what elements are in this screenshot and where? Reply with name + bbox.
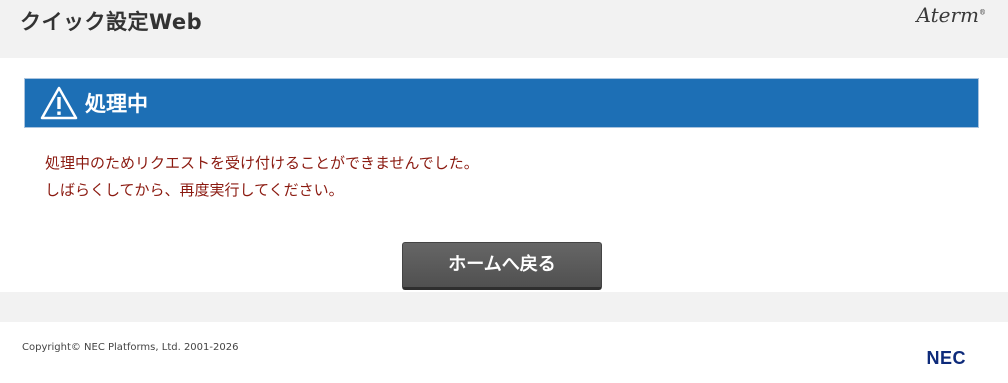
message-line-1: 処理中のためリクエストを受け付けることができませんでした。	[45, 154, 479, 172]
footer: Copyright© NEC Platforms, Ltd. 2001-2026…	[0, 322, 1008, 383]
nec-logo: NEC	[926, 348, 966, 368]
copyright: Copyright© NEC Platforms, Ltd. 2001-2026	[22, 342, 239, 353]
warning-icon	[40, 86, 78, 120]
message-line-2: しばらくしてから、再度実行してください。	[45, 181, 344, 199]
brand-mark: ®	[979, 8, 986, 17]
status-panel: 処理中	[24, 78, 979, 128]
error-message: 処理中のためリクエストを受け付けることができませんでした。 しばらくしてから、再…	[45, 150, 479, 204]
main-content: 処理中 処理中のためリクエストを受け付けることができませんでした。 しばらくして…	[0, 58, 1008, 292]
brand-name: Aterm	[916, 3, 980, 27]
app-title: クイック設定Web	[20, 10, 203, 34]
aterm-logo: Aterm®	[917, 3, 987, 27]
home-button[interactable]: ホームへ戻る	[402, 242, 602, 290]
status-title: 処理中	[85, 92, 148, 116]
header: クイック設定Web Aterm®	[0, 0, 1008, 58]
footer-divider	[0, 292, 1008, 322]
